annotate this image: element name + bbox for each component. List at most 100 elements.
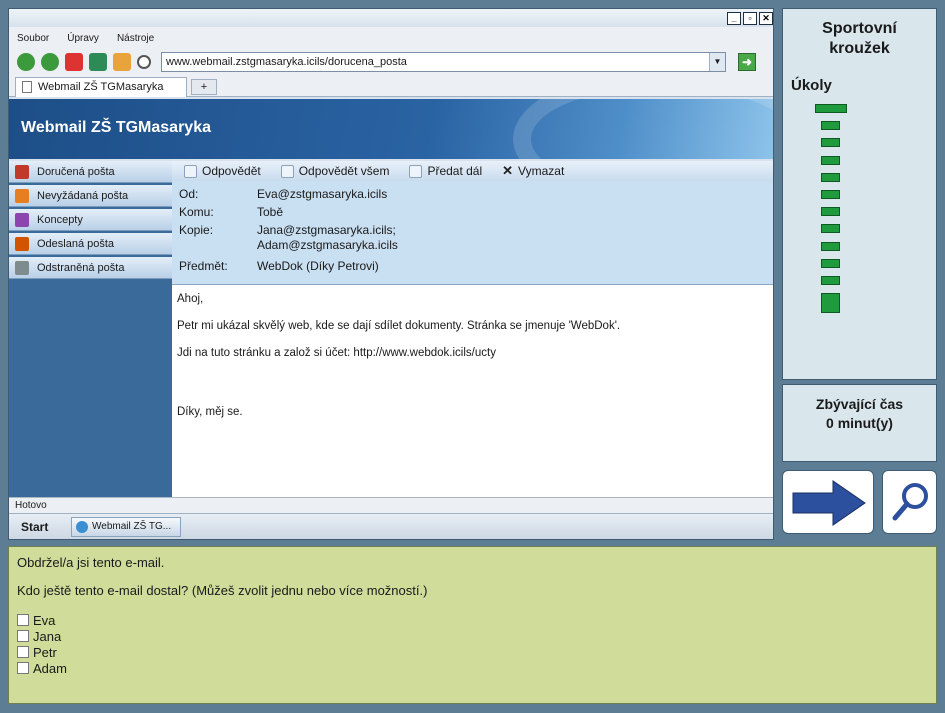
taskbar-item-webmail[interactable]: Webmail ZŠ TG... [71,517,181,537]
folder-deleted[interactable]: Odstraněná pošta [9,257,172,279]
question-panel: Obdržel/a jsi tento e-mail. Kdo ještě te… [8,546,937,704]
task-tick [821,138,840,148]
option-petr[interactable]: Petr [17,644,928,660]
cc-label: Kopie: [179,223,214,237]
taskbar-item-label: Webmail ZŠ TG... [92,521,172,532]
title-bar: _ ▫ ✕ [9,9,773,27]
checkbox[interactable] [17,614,29,626]
email-line: Petr mi ukázal skvělý web, kde se dají s… [177,320,621,332]
to-value: Tobě [257,205,284,219]
close-icon[interactable]: ✕ [759,12,773,25]
search-button[interactable] [882,470,937,534]
task-tick [821,155,840,165]
webmail-banner: Webmail ZŠ TGMasaryka [9,99,773,159]
task-tick [821,172,840,182]
reply-all-button[interactable]: Odpovědět všem [280,164,389,178]
search-icon[interactable] [137,55,151,69]
email-body: Ahoj, Petr mi ukázal skvělý web, kde se … [172,285,773,437]
time-panel: Zbývající čas 0 minut(y) [782,384,937,462]
checkbox[interactable] [17,646,29,658]
browser-window: _ ▫ ✕ Soubor Úpravy Nástroje www.webmail… [8,8,774,540]
folder-sidebar: Doručená pošta Nevyžádaná pošta Koncepty… [9,161,172,497]
tasks-label: Úkoly [791,77,832,94]
inbox-icon [15,165,29,179]
time-label: Zbývající čas [815,396,904,412]
task-tick [821,224,840,234]
tab-bar: Webmail ZŠ TGMasaryka + [9,75,773,97]
stop-icon[interactable] [65,53,83,71]
new-tab-button[interactable]: + [191,79,217,95]
checkbox[interactable] [17,630,29,642]
address-url: www.webmail.zstgmasaryka.icils/dorucena_… [166,56,407,68]
task-tick [821,207,840,217]
subject-label: Předmět: [179,259,228,273]
folder-sent[interactable]: Odeslaná pošta [9,233,172,255]
magnifier-icon [892,483,928,521]
banner-title: Webmail ZŠ TGMasaryka [21,119,211,136]
reply-button[interactable]: Odpovědět [184,164,261,178]
delete-label: Vymazat [518,164,565,178]
reply-label: Odpovědět [202,164,261,178]
option-label: Jana [33,628,62,644]
task-tick [821,190,840,199]
forward-icon[interactable] [41,53,59,71]
module-title-line2: kroužek [829,40,890,57]
navigation-bar: www.webmail.zstgmasaryka.icils/dorucena_… [9,49,773,75]
option-adam[interactable]: Adam [17,660,928,676]
menu-bar: Soubor Úpravy Nástroje [9,27,773,49]
folder-drafts[interactable]: Koncepty [9,209,172,231]
folder-label: Koncepty [37,214,83,226]
taskbar: Start Webmail ZŠ TG... [9,513,773,539]
task-tick [821,293,840,314]
forward-button[interactable]: Předat dál [409,164,482,178]
module-title-line1: Sportovní [822,20,897,37]
checkbox[interactable] [17,662,29,674]
email-line: Jdi na tuto stránku a založ si účet: htt… [177,347,496,359]
menu-edit[interactable]: Úpravy [67,33,99,44]
page-icon [22,81,32,93]
status-bar: Hotovo [9,497,773,513]
cc-value-1: Jana@zstgmasaryka.icils; [257,223,396,237]
question-intro: Obdržel/a jsi tento e-mail. [17,555,165,570]
refresh-icon[interactable] [89,53,107,71]
chevron-down-icon[interactable]: ▼ [709,53,725,71]
tab-webmail[interactable]: Webmail ZŠ TGMasaryka [15,77,187,97]
next-button[interactable] [782,470,874,534]
option-label: Adam [33,660,67,676]
go-button[interactable]: ➜ [738,53,756,71]
address-bar[interactable]: www.webmail.zstgmasaryka.icils/dorucena_… [161,52,726,72]
task-tick [821,258,840,268]
question-prompt: Kdo ještě tento e-mail dostal? (Můžeš zv… [17,583,428,598]
mail-pane: Odpovědět Odpovědět všem Předat dál ✕ Vy… [172,161,773,497]
back-icon[interactable] [17,53,35,71]
trash-icon [15,261,29,275]
option-jana[interactable]: Jana [17,628,928,644]
drafts-icon [15,213,29,227]
subject-value: WebDok (Díky Petrovi) [257,259,379,273]
tab-label: Webmail ZŠ TGMasaryka [38,81,164,93]
menu-tools[interactable]: Nástroje [117,33,154,44]
email-greeting: Ahoj, [177,293,204,305]
to-label: Komu: [179,205,214,219]
option-eva[interactable]: Eva [17,612,928,628]
folder-spam[interactable]: Nevyžádaná pošta [9,185,172,207]
start-button[interactable]: Start [21,520,48,534]
email-signoff: Díky, měj se. [177,406,243,418]
minimize-icon[interactable]: _ [727,12,741,25]
maximize-icon[interactable]: ▫ [743,12,757,25]
reply-icon [184,164,197,178]
task-tick [821,121,840,131]
email-headers: Od: Eva@zstgmasaryka.icils Komu: Tobě Ko… [172,181,773,285]
option-label: Petr [33,644,57,660]
delete-button[interactable]: ✕ Vymazat [502,163,564,179]
home-icon[interactable] [113,53,131,71]
arrow-right-icon [792,480,866,526]
folder-label: Odstraněná pošta [37,262,125,274]
folder-label: Nevyžádaná pošta [37,190,129,202]
task-tick [821,276,840,285]
tasks-panel: Sportovní kroužek Úkoly [782,8,937,380]
forward-label: Předat dál [427,164,483,178]
sent-icon [15,237,29,251]
folder-inbox[interactable]: Doručená pošta [9,161,172,183]
menu-file[interactable]: Soubor [17,33,49,44]
